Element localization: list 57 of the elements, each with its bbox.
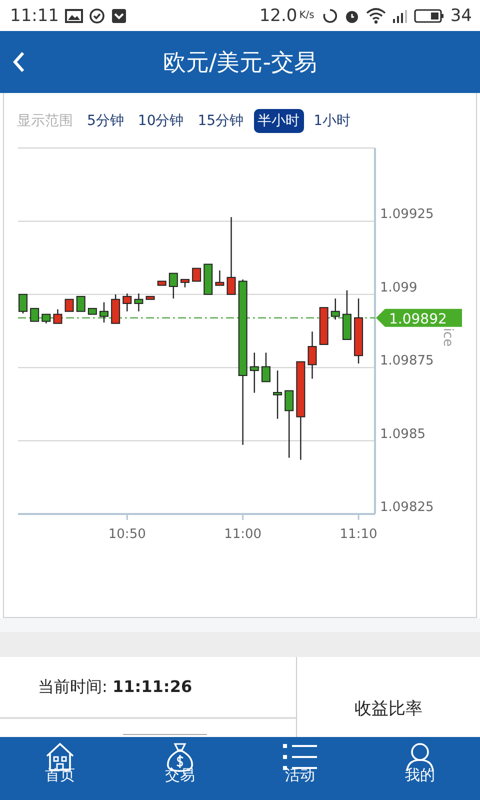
range-tab[interactable]: 半小时 [254,109,304,133]
candlestick [204,264,213,295]
x-tick-label: 11:00 [224,527,262,542]
candlestick [18,294,28,314]
page-title: 欧元/美元-交易 [162,48,318,78]
signal-icon [392,8,408,24]
candlestick [180,278,190,288]
y-tick-label: 1.09825 [380,500,434,515]
range-label: 显示范围 [17,112,73,130]
candlestick [111,294,120,324]
ref-line-label: 1.09892 [389,311,447,328]
candlestick [30,308,40,322]
candlestick [330,298,340,320]
candlestick [168,272,178,298]
candlestick [308,332,317,379]
x-tick-label: 10:50 [108,527,146,542]
y-tick-label: 1.0985 [380,426,426,442]
axis-title: ice [440,328,455,347]
check-circle-icon [89,8,105,24]
sync-icon [322,8,338,24]
range-tab[interactable]: 5分钟 [83,109,128,133]
back-icon[interactable] [12,51,26,73]
y-tick-label: 1.09925 [380,207,434,222]
x-tick-label: 11:10 [340,527,378,542]
candlestick [100,302,108,322]
candlestick [261,352,270,382]
y-tick-label: 1.09875 [380,354,434,369]
battery-level: 34 [450,6,472,26]
candlestick [250,352,259,393]
candlestick [122,294,132,312]
range-tab[interactable]: 1小时 [310,109,354,133]
candlestick [134,294,144,312]
candlestick [53,309,62,324]
candlestick [284,390,294,458]
image-icon [65,8,83,22]
price-tag: 1.09892 [376,308,462,328]
candlestick [319,307,328,345]
y-tick-label: 1.099 [380,280,418,296]
range-tab[interactable]: 15分钟 [194,109,248,133]
candlestick [192,268,202,282]
range-tab[interactable]: 10分钟 [134,109,188,133]
speed-unit: K/s [299,10,314,21]
candlestick [76,296,86,312]
nav-item[interactable]: 我的 [360,737,480,800]
battery-icon [414,8,444,24]
candlestick [215,270,224,286]
candlestick [64,298,74,312]
candlestick [354,298,364,364]
candlestick [42,314,51,324]
candlestick [342,290,352,340]
current-time: 当前时间: 11:11:26 [38,676,192,698]
candlestick [88,308,97,315]
network-speed: 12.0 [259,6,298,26]
candlestick [273,370,282,419]
status-time: 11:11 [10,6,59,26]
ratio-label: 收益比率 [354,698,422,720]
wifi-icon [366,8,386,24]
